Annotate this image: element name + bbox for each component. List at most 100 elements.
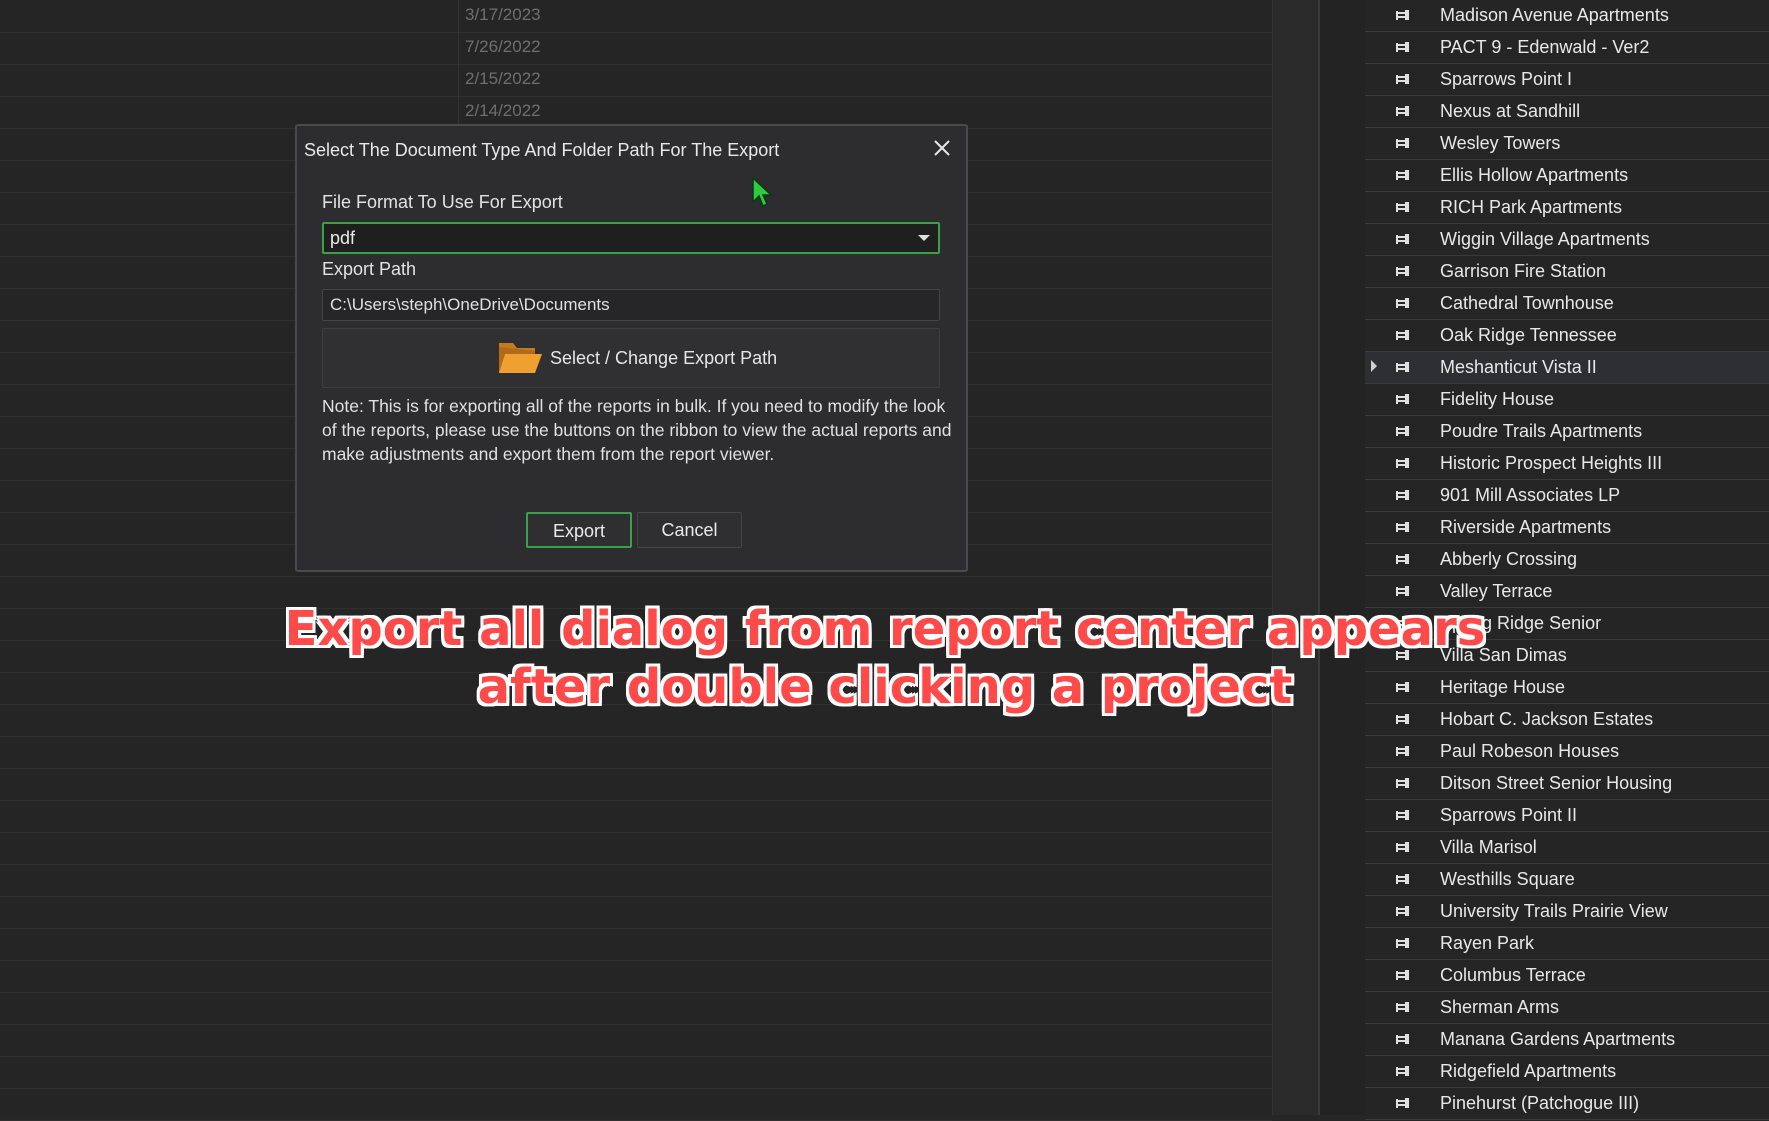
project-name: Abberly Crossing <box>1440 549 1578 569</box>
project-list-item[interactable]: Fidelity House <box>1365 384 1769 416</box>
table-row[interactable]: 3/17/2023 <box>0 0 1272 33</box>
grid-scroll-column[interactable] <box>1272 0 1319 1115</box>
mouse-cursor-icon <box>751 176 773 208</box>
table-row[interactable] <box>0 896 1272 929</box>
project-list-item[interactable]: Historic Prospect Heights III <box>1365 448 1769 480</box>
project-name: Sparrows Point II <box>1440 805 1578 825</box>
panel-splitter[interactable] <box>1318 0 1368 1115</box>
table-row[interactable] <box>0 832 1272 865</box>
table-row[interactable] <box>0 992 1272 1025</box>
project-list-item[interactable]: Meshanticut Vista II <box>1365 352 1769 384</box>
project-list-item[interactable]: Nexus at Sandhill <box>1365 96 1769 128</box>
project-name: Ditson Street Senior Housing <box>1440 773 1673 793</box>
export-path-value: C:\Users\steph\OneDrive\Documents <box>330 295 610 314</box>
project-name: Riverside Apartments <box>1440 517 1612 537</box>
project-list-item[interactable]: Riverside Apartments <box>1365 512 1769 544</box>
project-list-item[interactable]: Sherman Arms <box>1365 992 1769 1024</box>
project-list-item[interactable]: University Trails Prairie View <box>1365 896 1769 928</box>
table-row[interactable] <box>0 1088 1272 1121</box>
file-format-label: File Format To Use For Export <box>322 192 563 212</box>
project-icon <box>1395 585 1411 599</box>
export-path-field[interactable]: C:\Users\steph\OneDrive\Documents <box>322 289 940 321</box>
select-export-path-button[interactable]: Select / Change Export Path <box>322 328 940 388</box>
project-list-item[interactable]: Ditson Street Senior Housing <box>1365 768 1769 800</box>
project-list-item[interactable]: Wesley Towers <box>1365 128 1769 160</box>
file-format-dropdown[interactable]: pdf <box>322 222 940 254</box>
project-icon <box>1395 841 1411 855</box>
project-name: Oak Ridge Tennessee <box>1440 325 1617 345</box>
date-cell: 3/17/2023 <box>458 0 715 32</box>
project-icon <box>1395 457 1411 471</box>
project-list-item[interactable]: 901 Mill Associates LP <box>1365 480 1769 512</box>
row-selector-arrow-icon <box>1371 360 1377 372</box>
project-icon <box>1395 809 1411 823</box>
table-row[interactable] <box>0 1056 1272 1089</box>
project-name: Villa Marisol <box>1440 837 1537 857</box>
project-list: Madison Avenue Apartments PACT 9 - Edenwa… <box>1365 0 1769 1120</box>
project-list-item[interactable]: Villa Marisol <box>1365 832 1769 864</box>
table-row[interactable] <box>0 864 1272 897</box>
project-list-item[interactable]: Sparrows Point I <box>1365 64 1769 96</box>
project-name: PACT 9 - Edenwald - Ver2 <box>1440 37 1650 57</box>
project-list-item[interactable]: Pinehurst (Patchogue III) <box>1365 1088 1769 1120</box>
file-format-value: pdf <box>330 228 356 248</box>
table-row[interactable] <box>0 960 1272 993</box>
project-list-item[interactable]: Poudre Trails Apartments <box>1365 416 1769 448</box>
project-icon <box>1395 1001 1411 1015</box>
export-button[interactable]: Export <box>526 512 632 548</box>
project-icon <box>1395 9 1411 23</box>
project-list-item[interactable]: Madison Avenue Apartments <box>1365 0 1769 32</box>
project-icon <box>1395 873 1411 887</box>
project-name: Fidelity House <box>1440 389 1555 409</box>
table-row[interactable] <box>0 1024 1272 1057</box>
cancel-button[interactable]: Cancel <box>637 512 742 548</box>
project-list-item[interactable]: Ellis Hollow Apartments <box>1365 160 1769 192</box>
table-row[interactable] <box>0 928 1272 961</box>
project-list-item[interactable]: Sparrows Point II <box>1365 800 1769 832</box>
project-name: Ellis Hollow Apartments <box>1440 165 1629 185</box>
project-icon <box>1395 105 1411 119</box>
project-name: RICH Park Apartments <box>1440 197 1623 217</box>
project-list-item[interactable]: RICH Park Apartments <box>1365 192 1769 224</box>
project-list-item[interactable]: Columbus Terrace <box>1365 960 1769 992</box>
project-name: Rayen Park <box>1440 933 1535 953</box>
close-icon[interactable] <box>930 136 954 160</box>
project-icon <box>1395 329 1411 343</box>
project-name: Columbus Terrace <box>1440 965 1586 985</box>
project-icon <box>1395 745 1411 759</box>
project-name: Sparrows Point I <box>1440 69 1573 89</box>
chevron-down-icon <box>918 235 930 241</box>
project-icon <box>1395 553 1411 567</box>
project-list-item[interactable]: Wiggin Village Apartments <box>1365 224 1769 256</box>
table-row[interactable] <box>0 800 1272 833</box>
project-list-item[interactable]: Manana Gardens Apartments <box>1365 1024 1769 1056</box>
project-name: Paul Robeson Houses <box>1440 741 1620 761</box>
table-row[interactable]: 7/26/2022 <box>0 32 1272 65</box>
bulk-export-note: Note: This is for exporting all of the r… <box>322 396 952 464</box>
project-icon <box>1395 201 1411 215</box>
project-icon <box>1395 969 1411 983</box>
project-icon <box>1395 169 1411 183</box>
project-icon <box>1395 521 1411 535</box>
project-name: Poudre Trails Apartments <box>1440 421 1643 441</box>
annotation-line-2: after double clicking a project <box>477 659 1293 715</box>
project-list-item[interactable]: Abberly Crossing <box>1365 544 1769 576</box>
project-list-item[interactable]: Oak Ridge Tennessee <box>1365 320 1769 352</box>
table-row[interactable] <box>0 768 1272 801</box>
project-list-item[interactable]: Westhills Square <box>1365 864 1769 896</box>
date-cell: 7/26/2022 <box>458 32 715 64</box>
project-icon <box>1395 1097 1411 1111</box>
project-list-item[interactable]: Paul Robeson Houses <box>1365 736 1769 768</box>
project-list-item[interactable]: Ridgefield Apartments <box>1365 1056 1769 1088</box>
project-list-item[interactable]: PACT 9 - Edenwald - Ver2 <box>1365 32 1769 64</box>
export-all-dialog: Select The Document Type And Folder Path… <box>295 124 968 572</box>
table-row[interactable]: 2/15/2022 <box>0 64 1272 97</box>
project-list-item[interactable]: Garrison Fire Station <box>1365 256 1769 288</box>
project-name: 901 Mill Associates LP <box>1440 485 1621 505</box>
project-list-item[interactable]: Rayen Park <box>1365 928 1769 960</box>
project-icon <box>1395 265 1411 279</box>
project-list-item[interactable]: Cathedral Townhouse <box>1365 288 1769 320</box>
annotation-caption: Export all dialog from report center app… <box>280 600 1490 716</box>
folder-open-icon <box>497 339 543 375</box>
table-row[interactable] <box>0 736 1272 769</box>
